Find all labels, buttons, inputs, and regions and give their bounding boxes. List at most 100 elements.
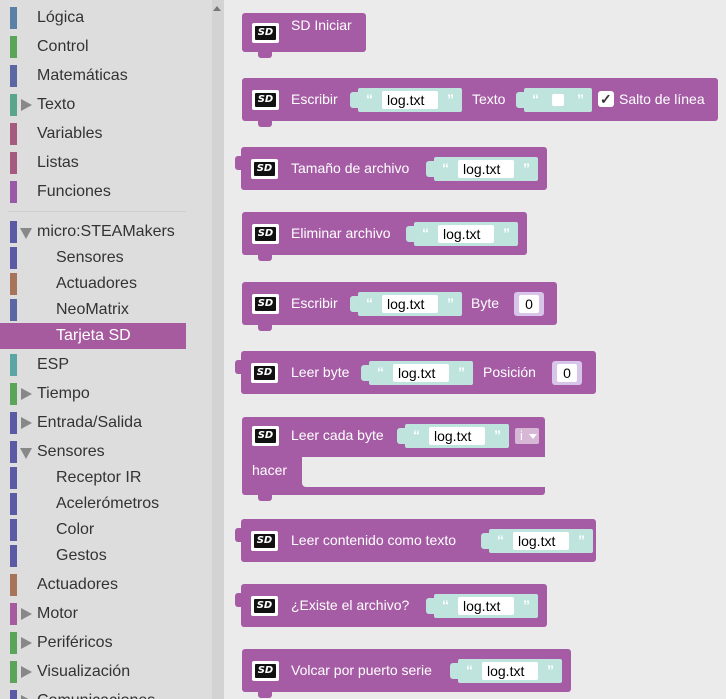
- category-receptor-ir[interactable]: Receptor IR: [0, 465, 186, 491]
- category-label: Tarjeta SD: [56, 327, 131, 344]
- newline-checkbox[interactable]: ✓: [598, 91, 614, 107]
- block-sd-file-exists[interactable]: SD ¿Existe el archivo? “ log.txt ”: [235, 584, 547, 627]
- category-tarjeta-sd[interactable]: Tarjeta SD: [0, 323, 186, 349]
- category-sensores[interactable]: Sensores: [0, 245, 186, 271]
- category-actuadores[interactable]: Actuadores: [0, 271, 186, 297]
- category-listas[interactable]: Listas: [0, 150, 186, 176]
- block-sd-write-text[interactable]: SD Escribir “ log.txt ” Texto “ ” ✓ Salt…: [242, 78, 718, 127]
- file-string-block[interactable]: “ log.txt ”: [358, 292, 462, 316]
- category-variables[interactable]: Variables: [0, 121, 186, 147]
- block-sd-dump-serial[interactable]: SD Volcar por puerto serie “ log.txt ”: [242, 649, 571, 698]
- byte-number-block[interactable]: 0: [514, 292, 544, 316]
- block-sd-read-byte[interactable]: SD Leer byte “ log.txt ” Posición 0: [235, 351, 596, 394]
- input-connector: [350, 92, 358, 108]
- category-microsteamakers[interactable]: micro:STEAMakers: [0, 219, 186, 245]
- category-color-bar: [10, 603, 17, 625]
- close-quote-icon: ”: [447, 295, 454, 311]
- file-string-block[interactable]: “ log.txt ”: [369, 361, 473, 385]
- block-next-notch: [258, 254, 272, 261]
- category-label: Actuadores: [37, 576, 118, 593]
- file-string-block[interactable]: “ log.txt ”: [458, 659, 562, 683]
- category-logica[interactable]: Lógica: [0, 5, 186, 31]
- collapse-arrow-icon[interactable]: [20, 448, 32, 459]
- text-string-block[interactable]: “ ”: [524, 88, 592, 112]
- block-label: Leer byte: [291, 364, 350, 380]
- category-perifericos[interactable]: Periféricos: [0, 630, 186, 656]
- category-label: Texto: [37, 96, 76, 113]
- category-color-bar: [10, 7, 17, 29]
- category-color[interactable]: Color: [0, 517, 186, 543]
- category-visualizacion[interactable]: Visualización: [0, 659, 186, 685]
- file-string-block[interactable]: “ log.txt ”: [405, 424, 509, 448]
- category-matematicas[interactable]: Matemáticas: [0, 63, 186, 89]
- scroll-up-arrow-icon[interactable]: [213, 6, 221, 11]
- category-color-bar: [10, 412, 17, 434]
- do-label: hacer: [252, 462, 288, 478]
- category-label: Control: [37, 38, 89, 55]
- category-control[interactable]: Control: [0, 34, 186, 60]
- category-label: Lógica: [37, 9, 85, 26]
- file-string-block[interactable]: “ log.txt ”: [434, 594, 538, 618]
- category-sensores-group[interactable]: Sensores: [0, 439, 186, 465]
- expand-arrow-icon[interactable]: [21, 666, 32, 678]
- file-string-block[interactable]: “ log.txt ”: [434, 157, 538, 181]
- category-neomatrix[interactable]: NeoMatrix: [0, 297, 186, 323]
- position-value-field[interactable]: 0: [557, 364, 577, 382]
- block-sd-write-byte[interactable]: SD Escribir “ log.txt ” Byte 0: [242, 282, 557, 331]
- file-name-field[interactable]: log.txt: [382, 91, 438, 109]
- sd-card-icon: SD: [251, 596, 278, 616]
- expand-arrow-icon[interactable]: [21, 637, 32, 649]
- block-sd-read-each-byte[interactable]: SD Leer cada byte “ log.txt ” i hacer: [242, 417, 545, 501]
- file-name-field[interactable]: log.txt: [458, 597, 514, 615]
- block-sd-init[interactable]: SD SD Iniciar: [242, 13, 366, 58]
- expand-arrow-icon[interactable]: [21, 99, 32, 111]
- category-label: Listas: [37, 154, 79, 171]
- file-string-block[interactable]: “ log.txt ”: [489, 529, 593, 553]
- expand-arrow-icon[interactable]: [21, 695, 32, 699]
- category-entrada-salida[interactable]: Entrada/Salida: [0, 410, 186, 436]
- file-name-field[interactable]: log.txt: [393, 364, 449, 382]
- byte-label: Byte: [471, 295, 500, 311]
- loop-variable-dropdown[interactable]: i: [515, 428, 539, 444]
- category-motor[interactable]: Motor: [0, 601, 186, 627]
- input-connector: [350, 296, 358, 312]
- position-number-block[interactable]: 0: [552, 361, 582, 385]
- category-color-bar: [10, 221, 17, 243]
- category-color-bar: [10, 661, 17, 683]
- category-funciones[interactable]: Funciones: [0, 179, 186, 205]
- category-esp[interactable]: ESP: [0, 352, 186, 378]
- expand-arrow-icon[interactable]: [21, 388, 32, 400]
- file-string-block[interactable]: “ log.txt ”: [414, 222, 518, 246]
- toolbox-scrollbar[interactable]: [212, 0, 224, 699]
- block-sd-delete-file[interactable]: SD Eliminar archivo “ log.txt ”: [242, 212, 527, 261]
- input-connector: [426, 598, 434, 614]
- category-gestos[interactable]: Gestos: [0, 543, 186, 569]
- file-name-field[interactable]: log.txt: [438, 225, 494, 243]
- category-texto[interactable]: Texto: [0, 92, 186, 118]
- block-next-notch: [258, 51, 272, 58]
- text-value-field[interactable]: [552, 94, 564, 106]
- category-color-bar: [10, 441, 17, 463]
- category-label: Motor: [37, 605, 78, 622]
- expand-arrow-icon[interactable]: [21, 417, 32, 429]
- block-label: Escribir: [291, 91, 338, 107]
- block-sd-file-size[interactable]: SD Tamaño de archivo “ log.txt ”: [235, 147, 547, 190]
- file-name-field[interactable]: log.txt: [482, 662, 538, 680]
- file-name-field[interactable]: log.txt: [429, 427, 485, 445]
- expand-arrow-icon[interactable]: [21, 608, 32, 620]
- file-name-field[interactable]: log.txt: [382, 295, 438, 313]
- category-tiempo[interactable]: Tiempo: [0, 381, 186, 407]
- byte-value-field[interactable]: 0: [519, 295, 539, 313]
- file-string-block[interactable]: “ log.txt ”: [358, 88, 462, 112]
- category-comunicaciones[interactable]: Comunicaciones: [0, 688, 186, 699]
- block-output-tab: [235, 156, 242, 170]
- checkmark-icon: ✓: [600, 91, 612, 107]
- block-sd-read-text[interactable]: SD Leer contenido como texto “ log.txt ”: [235, 519, 596, 562]
- statement-input-slot[interactable]: [302, 457, 545, 487]
- category-actuadores-group[interactable]: Actuadores: [0, 572, 186, 598]
- collapse-arrow-icon[interactable]: [20, 228, 32, 239]
- file-name-field[interactable]: log.txt: [458, 160, 514, 178]
- input-connector: [426, 161, 434, 177]
- category-acelerometros[interactable]: Acelerómetros: [0, 491, 186, 517]
- file-name-field[interactable]: log.txt: [513, 532, 569, 550]
